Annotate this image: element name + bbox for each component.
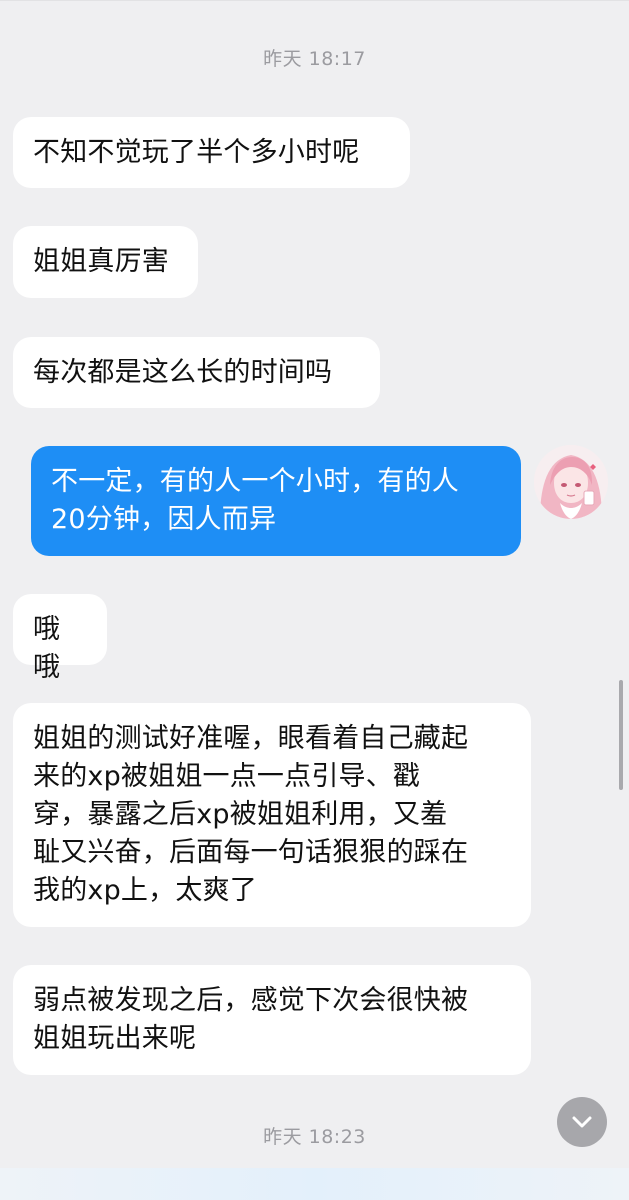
message-bubble-incoming[interactable]: 每次都是这么长的时间吗: [13, 337, 380, 408]
top-divider: [0, 0, 629, 1]
input-area-edge: [0, 1168, 629, 1200]
message-bubble-incoming[interactable]: 姐姐真厉害: [13, 226, 198, 298]
avatar-image: [534, 445, 608, 519]
avatar[interactable]: [534, 445, 608, 519]
message-bubble-incoming[interactable]: 哦哦: [13, 594, 107, 683]
timestamp: 昨天 18:17: [263, 48, 366, 70]
timestamp: 昨天 18:23: [263, 1126, 366, 1148]
scroll-to-bottom-button[interactable]: [557, 1097, 607, 1147]
chat-view: 昨天 18:17 不知不觉玩了半个多小时呢 姐姐真厉害 每次都是这么长的时间吗 …: [0, 0, 629, 1200]
scrollbar[interactable]: [619, 680, 623, 790]
chevron-down-icon: [572, 1116, 592, 1128]
message-bubble-outgoing[interactable]: 不一定，有的人一个小时，有的人 20分钟，因人而异: [31, 446, 521, 556]
message-bubble-incoming[interactable]: 弱点被发现之后，感觉下次会很快被 姐姐玩出来呢: [13, 965, 531, 1075]
message-bubble-incoming[interactable]: 不知不觉玩了半个多小时呢: [13, 117, 410, 188]
message-bubble-incoming[interactable]: 姐姐的测试好准喔，眼看着自己藏起 来的xp被姐姐一点一点引导、戳 穿，暴露之后x…: [13, 703, 531, 927]
